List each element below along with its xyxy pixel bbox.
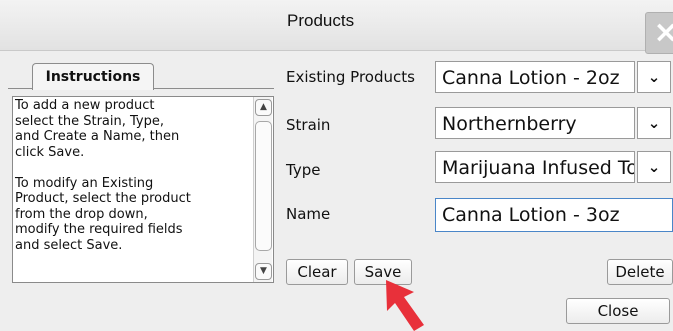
scroll-thumb[interactable] [255, 121, 272, 251]
tab-instructions[interactable]: Instructions [32, 63, 154, 90]
chevron-down-icon[interactable]: ⌄ [637, 107, 671, 139]
close-button[interactable]: Close [566, 298, 670, 324]
close-icon[interactable]: × [645, 12, 673, 54]
instructions-textbox[interactable]: To add a new product select the Strain, … [12, 96, 274, 283]
strain-select[interactable]: Northernberry [435, 107, 635, 139]
existing-products-select[interactable]: Canna Lotion - 2oz [435, 61, 635, 93]
chevron-down-icon[interactable]: ⌄ [637, 151, 671, 183]
clear-button[interactable]: Clear [286, 259, 348, 285]
instructions-scrollbar[interactable]: ▲ ▼ [253, 97, 272, 282]
scroll-down-icon[interactable]: ▼ [255, 263, 272, 280]
red-arrow-pointer-icon [386, 280, 424, 331]
chevron-down-icon[interactable]: ⌄ [637, 61, 671, 93]
name-input[interactable]: Canna Lotion - 3oz [435, 198, 673, 232]
existing-products-label: Existing Products [286, 68, 415, 86]
strain-label: Strain [286, 116, 331, 134]
delete-button[interactable]: Delete [607, 259, 673, 285]
type-label: Type [286, 161, 321, 179]
name-label: Name [286, 205, 331, 223]
window-title: Products [287, 11, 355, 30]
type-select[interactable]: Marijuana Infused Topical [435, 151, 635, 183]
title-bar: Products × [0, 0, 673, 54]
scroll-up-icon[interactable]: ▲ [255, 99, 272, 116]
instructions-text: To add a new product select the Strain, … [15, 98, 191, 253]
